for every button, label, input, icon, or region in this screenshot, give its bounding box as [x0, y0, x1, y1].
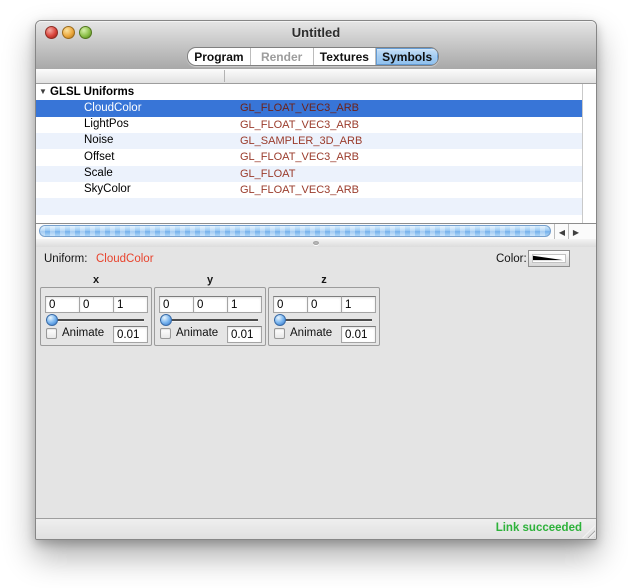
uniform-type: GL_FLOAT_VEC3_ARB — [240, 151, 359, 163]
tab-program[interactable]: Program — [188, 48, 250, 65]
color-swatch — [532, 254, 566, 263]
animate-label: Animate — [176, 327, 218, 339]
uniform-name: LightPos — [84, 118, 129, 130]
outline-column-header — [36, 69, 596, 84]
window: Untitled Program Render Textures Symbols… — [35, 20, 597, 540]
resize-grip[interactable] — [582, 525, 595, 538]
horizontal-scrollbar[interactable]: ◀ ▶ — [36, 223, 596, 240]
step-field[interactable] — [113, 326, 148, 343]
group-body: Animate — [268, 287, 380, 346]
animate-label: Animate — [290, 327, 332, 339]
value-field[interactable] — [273, 296, 308, 313]
group-title: x — [40, 274, 152, 286]
title-bar[interactable]: Untitled Program Render Textures Symbols — [36, 21, 596, 70]
outline-row-offset[interactable]: Offset GL_FLOAT_VEC3_ARB — [36, 149, 596, 165]
splitter-dimple-icon[interactable] — [313, 241, 319, 245]
value-field[interactable] — [45, 296, 80, 313]
uniform-type: GL_FLOAT — [240, 168, 295, 180]
animate-checkbox[interactable] — [274, 328, 285, 339]
uniform-name: SkyColor — [84, 183, 131, 195]
uniform-type: GL_FLOAT_VEC3_ARB — [240, 119, 359, 131]
scroll-right-button[interactable]: ▶ — [568, 224, 583, 240]
scrollbar-thumb[interactable] — [39, 225, 551, 237]
group-label: GLSL Uniforms — [50, 86, 134, 98]
status-bar: Link succeeded — [36, 518, 596, 539]
color-label: Color: — [496, 253, 527, 265]
tab-bar: Program Render Textures Symbols — [187, 47, 439, 66]
window-title: Untitled — [36, 25, 596, 40]
animate-checkbox[interactable] — [46, 328, 57, 339]
value-slider[interactable] — [160, 314, 258, 326]
value-field[interactable] — [79, 296, 114, 313]
group-body: Animate — [154, 287, 266, 346]
color-wedge-icon — [533, 255, 565, 262]
outline-row-cloudcolor[interactable]: CloudColor GL_FLOAT_VEC3_ARB — [36, 100, 596, 116]
column-divider[interactable] — [224, 70, 225, 82]
value-slider[interactable] — [46, 314, 144, 326]
outline-group-row[interactable]: ▼ GLSL Uniforms — [36, 84, 596, 100]
component-group-y: y Animate — [154, 274, 266, 346]
uniform-type: GL_FLOAT_VEC3_ARB — [240, 102, 359, 114]
uniform-name: Noise — [84, 134, 113, 146]
slider-track[interactable] — [46, 319, 144, 321]
slider-knob[interactable] — [274, 314, 286, 326]
uniforms-outline: ▼ GLSL Uniforms CloudColor GL_FLOAT_VEC3… — [36, 84, 596, 223]
outline-row-scale[interactable]: Scale GL_FLOAT — [36, 166, 596, 182]
step-field[interactable] — [341, 326, 376, 343]
step-field[interactable] — [227, 326, 262, 343]
slider-track[interactable] — [274, 319, 372, 321]
group-body: Animate — [40, 287, 152, 346]
scroll-right-icon: ▶ — [573, 228, 579, 237]
slider-knob[interactable] — [160, 314, 172, 326]
value-field[interactable] — [341, 296, 376, 313]
disclosure-triangle-icon[interactable]: ▼ — [39, 87, 47, 96]
uniform-value: CloudColor — [96, 253, 154, 265]
animate-label: Animate — [62, 327, 104, 339]
uniform-name: Scale — [84, 167, 113, 179]
outline-row-noise[interactable]: Noise GL_SAMPLER_3D_ARB — [36, 133, 596, 149]
slider-track[interactable] — [160, 319, 258, 321]
status-text: Link succeeded — [496, 522, 582, 534]
splitter-handle[interactable] — [36, 239, 596, 247]
scroll-left-icon: ◀ — [559, 228, 565, 237]
animate-checkbox[interactable] — [160, 328, 171, 339]
uniform-name: CloudColor — [84, 102, 142, 114]
value-field[interactable] — [113, 296, 148, 313]
vertical-scrollbar-track[interactable] — [582, 84, 596, 223]
tab-render[interactable]: Render — [250, 48, 313, 65]
component-group-z: z Animate — [268, 274, 380, 346]
group-title: z — [268, 274, 380, 286]
uniform-name: Offset — [84, 151, 114, 163]
component-group-x: x Animate — [40, 274, 152, 346]
uniform-type: GL_SAMPLER_3D_ARB — [240, 135, 362, 147]
outline-row-lightpos[interactable]: LightPos GL_FLOAT_VEC3_ARB — [36, 117, 596, 133]
tab-textures[interactable]: Textures — [313, 48, 376, 65]
empty-row — [36, 215, 596, 223]
empty-row — [36, 198, 596, 214]
inspector-pane: Uniform: CloudColor Color: x Animate — [36, 247, 596, 519]
color-well[interactable] — [528, 250, 570, 267]
group-title: y — [154, 274, 266, 286]
value-field[interactable] — [227, 296, 262, 313]
tab-symbols[interactable]: Symbols — [375, 48, 438, 65]
uniform-type: GL_FLOAT_VEC3_ARB — [240, 184, 359, 196]
scroll-left-button[interactable]: ◀ — [554, 224, 569, 240]
slider-knob[interactable] — [46, 314, 58, 326]
value-field[interactable] — [159, 296, 194, 313]
value-field[interactable] — [193, 296, 228, 313]
value-slider[interactable] — [274, 314, 372, 326]
uniform-label: Uniform: — [44, 253, 87, 265]
value-field[interactable] — [307, 296, 342, 313]
outline-row-skycolor[interactable]: SkyColor GL_FLOAT_VEC3_ARB — [36, 182, 596, 198]
